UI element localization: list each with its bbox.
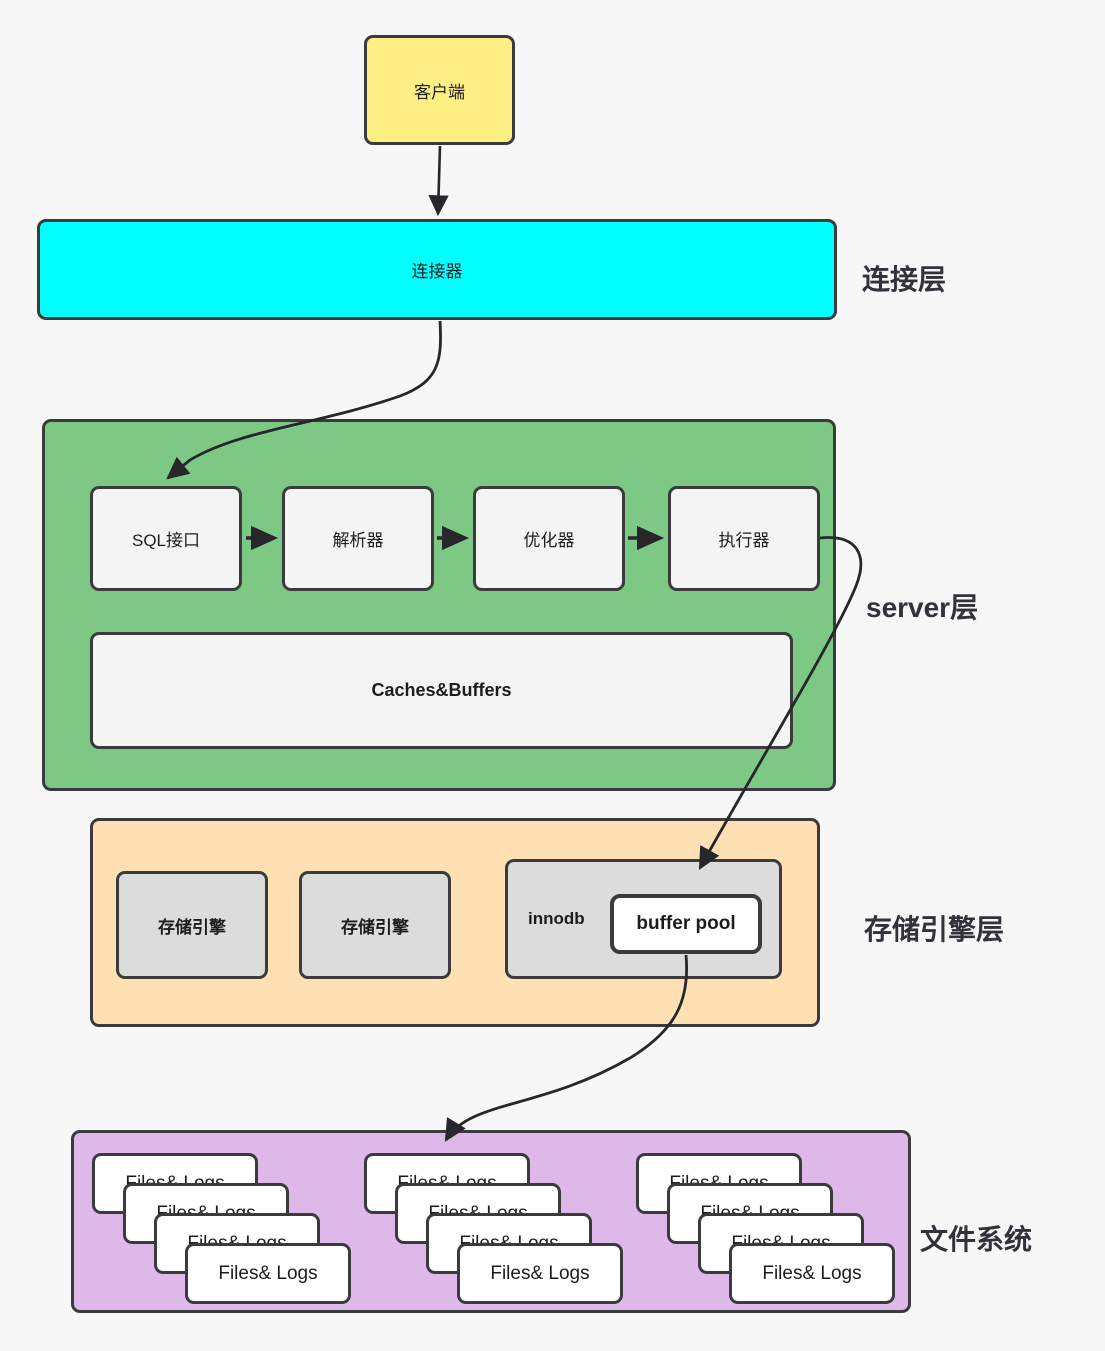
optimizer-node[interactable]: 优化器 bbox=[473, 486, 625, 591]
sql-interface-node[interactable]: SQL接口 bbox=[90, 486, 242, 591]
architecture-diagram: 客户端 连接器 SQL接口 解析器 优化器 执行器 Caches&Buffers… bbox=[0, 0, 1105, 1351]
executor-node[interactable]: 执行器 bbox=[668, 486, 820, 591]
files-logs-card[interactable]: Files& Logs bbox=[729, 1243, 895, 1304]
storage-engine-node-1[interactable]: 存储引擎 bbox=[116, 871, 268, 979]
connection-layer-caption: 连接层 bbox=[862, 264, 947, 295]
storage-engine-node-2[interactable]: 存储引擎 bbox=[299, 871, 451, 979]
files-logs-card[interactable]: Files& Logs bbox=[185, 1243, 351, 1304]
client-node[interactable]: 客户端 bbox=[364, 35, 515, 145]
files-logs-card[interactable]: Files& Logs bbox=[457, 1243, 623, 1304]
files-logs-stack-2: Files& Logs Files& Logs Files& Logs File… bbox=[364, 1153, 664, 1313]
filesystem-layer-caption: 文件系统 bbox=[920, 1224, 1033, 1255]
innodb-label: innodb bbox=[528, 909, 585, 928]
parser-node[interactable]: 解析器 bbox=[282, 486, 434, 591]
buffer-pool-node[interactable]: buffer pool bbox=[610, 894, 762, 954]
caches-and-buffers-node[interactable]: Caches&Buffers bbox=[90, 632, 793, 749]
connector-node[interactable]: 连接器 bbox=[37, 219, 837, 320]
files-logs-stack-1: Files& Logs Files& Logs Files& Logs File… bbox=[92, 1153, 392, 1313]
files-logs-stack-3: Files& Logs Files& Logs Files& Logs File… bbox=[636, 1153, 936, 1313]
storage-engine-layer-caption: 存储引擎层 bbox=[864, 914, 1005, 945]
edge-client-to-connector bbox=[428, 145, 449, 217]
server-layer-caption: server层 bbox=[866, 592, 979, 623]
